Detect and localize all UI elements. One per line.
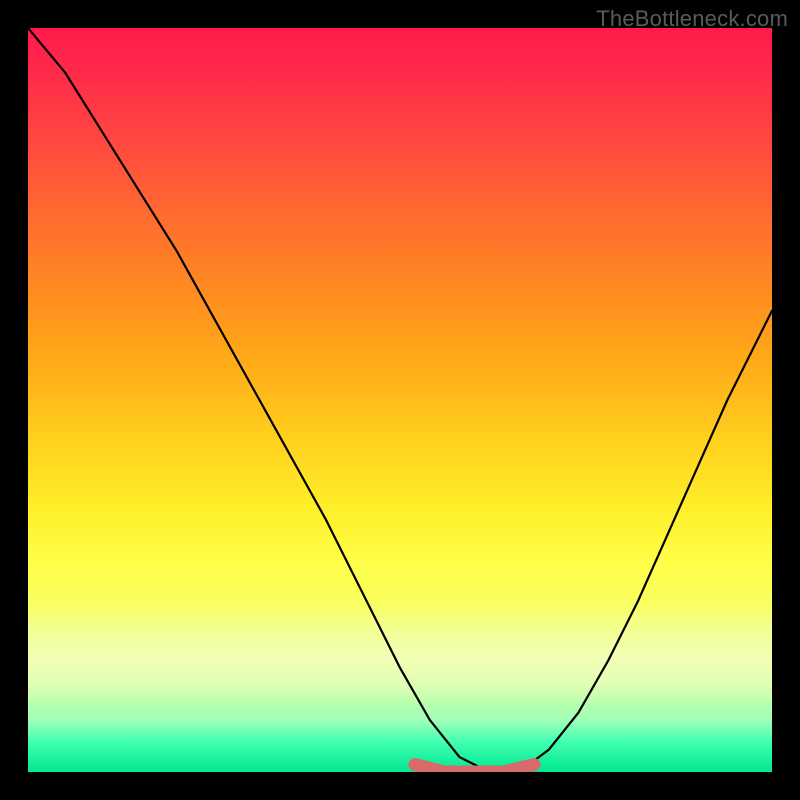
flat-highlight-path <box>415 765 534 772</box>
chart-svg <box>28 28 772 772</box>
watermark-text: TheBottleneck.com <box>596 6 788 32</box>
chart-plot-area <box>28 28 772 772</box>
bottleneck-curve-path <box>28 28 772 772</box>
